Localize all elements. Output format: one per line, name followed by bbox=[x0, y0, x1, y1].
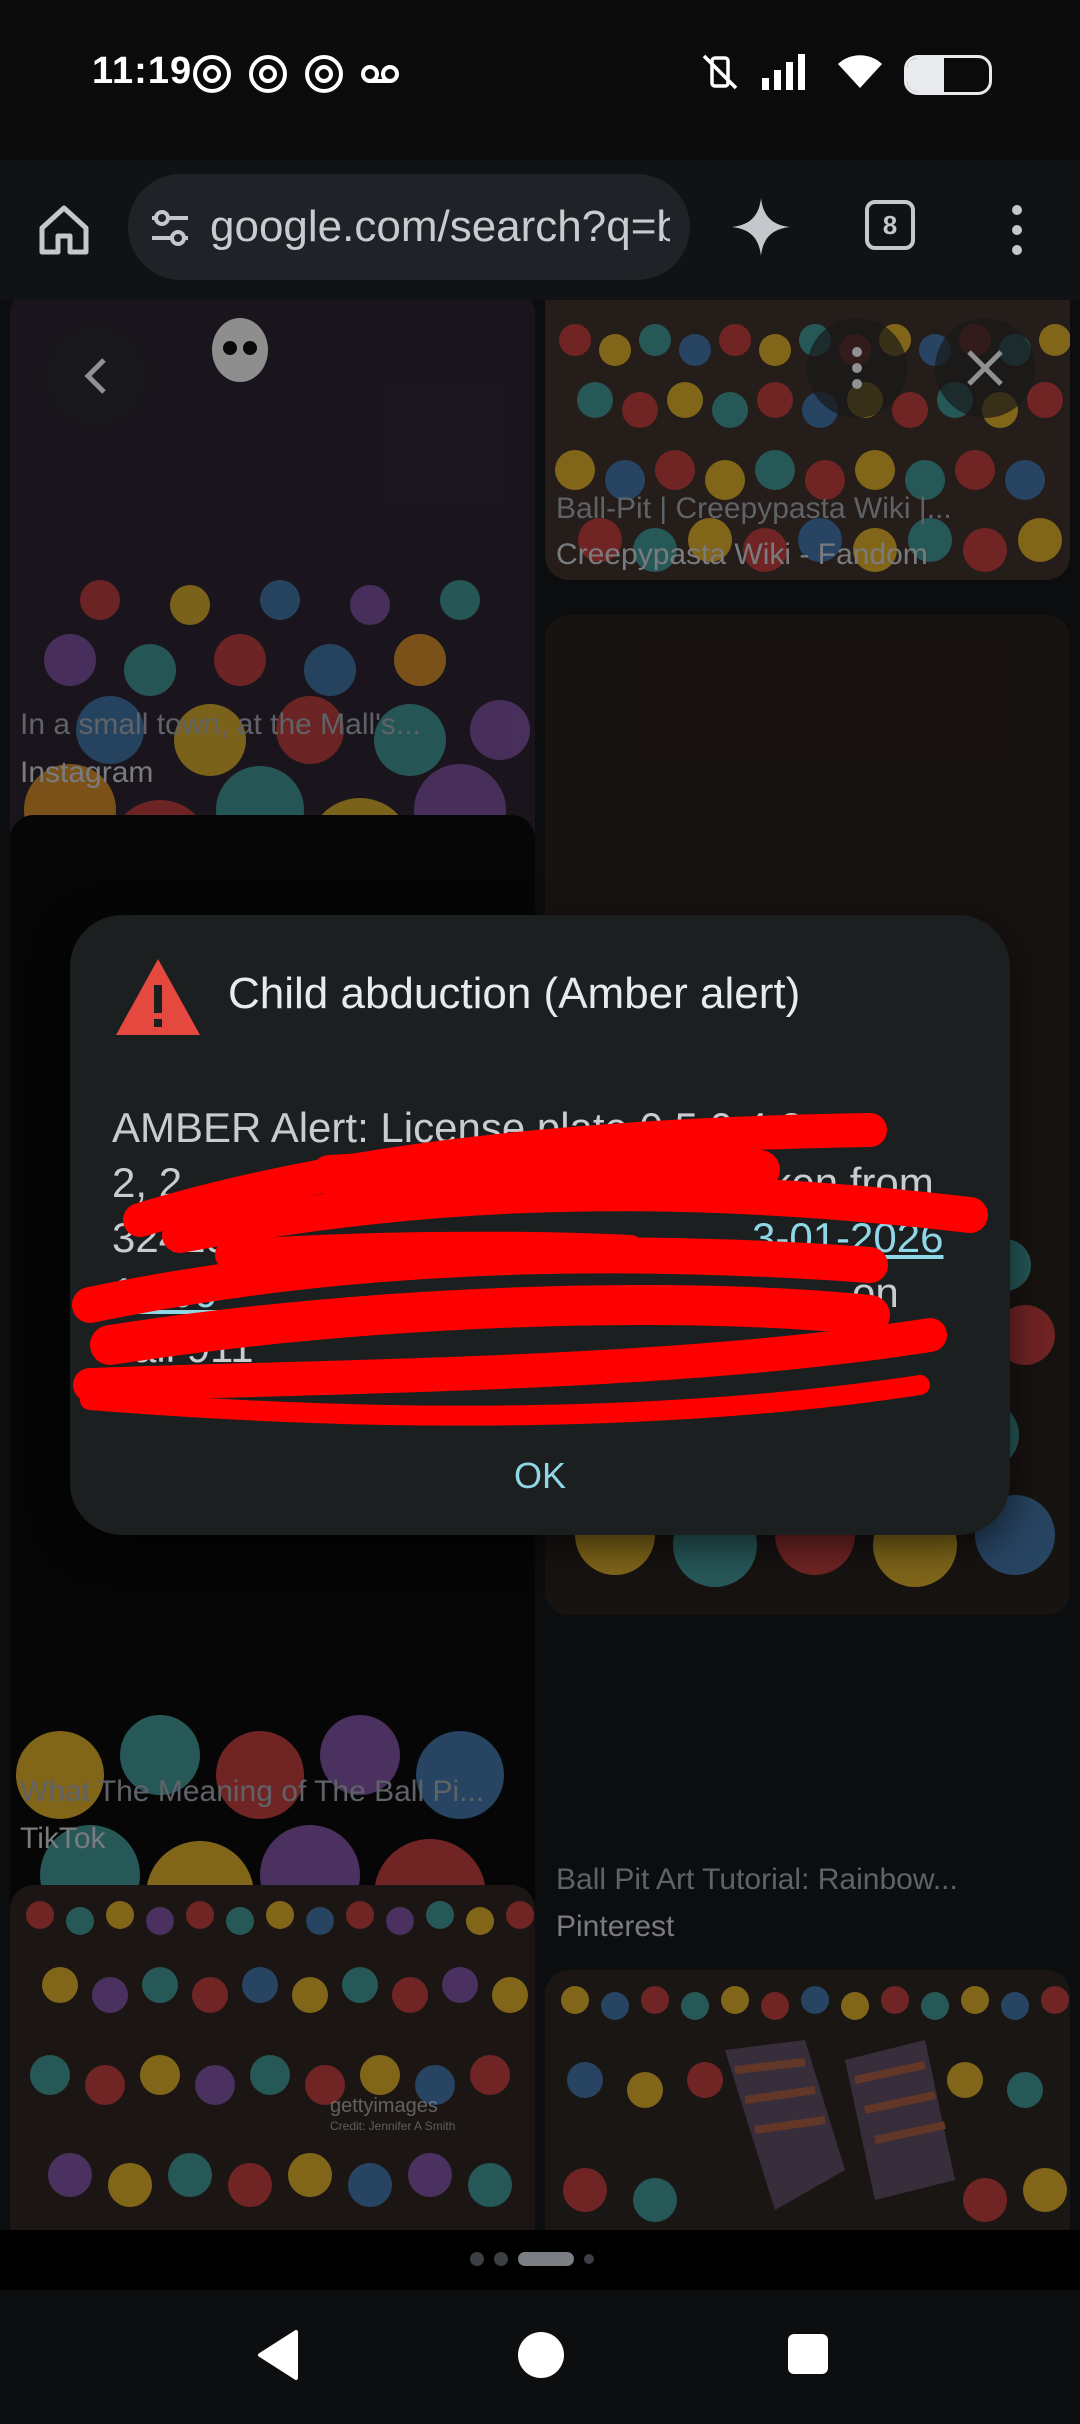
dialog-message: AMBER Alert: License plate 0 5 0 4 2 2, … bbox=[112, 1100, 972, 1375]
status-bar: 11:19 bbox=[0, 0, 1080, 160]
page-dot-active bbox=[518, 2252, 574, 2266]
message-fragment: Taken from bbox=[726, 1159, 934, 1206]
more-vert-icon[interactable] bbox=[1000, 200, 1034, 260]
page-indicator bbox=[470, 2252, 594, 2266]
tune-icon[interactable] bbox=[148, 206, 192, 250]
sparkle-icon bbox=[732, 198, 790, 256]
threads-icon bbox=[190, 52, 234, 96]
message-line: 32429 R 3-01-2026 bbox=[112, 1210, 972, 1265]
signal-icon bbox=[760, 52, 816, 97]
voicemail-icon bbox=[358, 52, 402, 96]
page-dot bbox=[494, 2252, 508, 2266]
dialog-title: Child abduction (Amber alert) bbox=[228, 969, 801, 1018]
date-link[interactable]: 3-01-2026 bbox=[752, 1210, 943, 1265]
nav-back-button[interactable] bbox=[246, 2320, 316, 2390]
threads-icon bbox=[246, 52, 290, 96]
browser-toolbar: google.com/search?q=b 8 bbox=[0, 160, 1080, 302]
back-triangle-icon bbox=[258, 2330, 298, 2380]
address-bar[interactable]: google.com/search?q=b bbox=[128, 174, 690, 280]
message-fragment: on bbox=[852, 1269, 899, 1316]
notification-icons bbox=[190, 52, 402, 96]
url-text[interactable]: google.com/search?q=b bbox=[210, 202, 670, 252]
tab-switcher-button[interactable]: 8 bbox=[865, 200, 915, 250]
page-dot bbox=[584, 2254, 594, 2264]
ok-button[interactable]: OK bbox=[470, 1441, 610, 1511]
wifi-icon bbox=[836, 52, 884, 97]
nav-home-button[interactable] bbox=[518, 2332, 564, 2378]
battery-icon bbox=[904, 54, 992, 95]
battery-level bbox=[907, 57, 944, 92]
vibrate-off-icon bbox=[700, 52, 740, 97]
system-icons bbox=[700, 52, 992, 97]
message-line: AMBER Alert: License plate 0 5 0 4 2 bbox=[112, 1104, 804, 1151]
page-dot bbox=[470, 2252, 484, 2266]
nav-recents-button[interactable] bbox=[788, 2334, 828, 2374]
threads-icon bbox=[302, 52, 346, 96]
system-nav-bar bbox=[0, 2290, 1080, 2424]
message-line: 12:00 on bbox=[112, 1265, 972, 1320]
warning-triangle-icon bbox=[112, 955, 204, 1039]
home-button[interactable] bbox=[34, 200, 94, 260]
amber-alert-dialog: Child abduction (Amber alert) AMBER Aler… bbox=[70, 915, 1010, 1535]
message-line: 2, 2 Taken from bbox=[112, 1155, 972, 1210]
message-line: call 911 bbox=[112, 1324, 254, 1371]
home-icon bbox=[39, 205, 89, 255]
status-time: 11:19 bbox=[92, 50, 193, 92]
gemini-button[interactable] bbox=[730, 196, 792, 258]
